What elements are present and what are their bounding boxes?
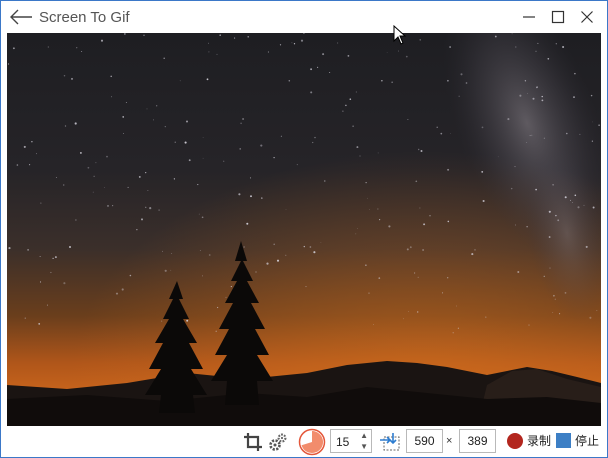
stop-label: 停止	[575, 434, 600, 448]
width-input[interactable]: 590	[406, 429, 443, 453]
crop-button[interactable]	[242, 430, 264, 454]
stop-button[interactable]: 停止	[556, 432, 599, 449]
back-button[interactable]	[7, 5, 35, 29]
cursor-icon	[393, 24, 407, 45]
minimize-button[interactable]	[514, 5, 544, 29]
stepper-up-icon[interactable]: ▲	[360, 431, 368, 440]
options-button[interactable]	[267, 430, 289, 454]
close-icon	[581, 11, 593, 23]
fps-indicator	[297, 428, 327, 456]
app-window: Screen To Gif 15 ▲ ▼ 590 × 389 录制 停止	[0, 0, 608, 458]
mouse-pointer	[393, 24, 407, 50]
maximize-button[interactable]	[543, 5, 573, 29]
record-icon	[507, 432, 523, 449]
close-button[interactable]	[572, 5, 602, 29]
bottom-toolbar: 15 ▲ ▼ 590 × 389 录制 停止	[1, 427, 607, 457]
arrow-left-icon	[10, 9, 32, 25]
fps-pie-icon	[298, 428, 326, 456]
title-bar: Screen To Gif	[1, 1, 607, 33]
snap-to-window-icon	[380, 433, 400, 451]
dimension-separator: ×	[446, 435, 453, 447]
record-button[interactable]: 录制	[507, 432, 551, 449]
stepper-down-icon[interactable]: ▼	[360, 442, 368, 451]
capture-area[interactable]	[7, 33, 601, 426]
fps-stepper[interactable]: 15 ▲ ▼	[330, 429, 372, 453]
record-label: 录制	[527, 434, 552, 448]
stop-icon	[556, 433, 571, 448]
window-title: Screen To Gif	[39, 9, 130, 26]
crop-icon	[244, 433, 262, 451]
gears-icon	[269, 433, 287, 451]
maximize-icon	[551, 10, 565, 24]
snap-size-button[interactable]	[377, 430, 403, 454]
minimize-icon	[523, 16, 535, 18]
night-sky-image	[7, 33, 601, 426]
height-input[interactable]: 389	[459, 429, 496, 453]
fps-value: 15	[336, 435, 350, 449]
